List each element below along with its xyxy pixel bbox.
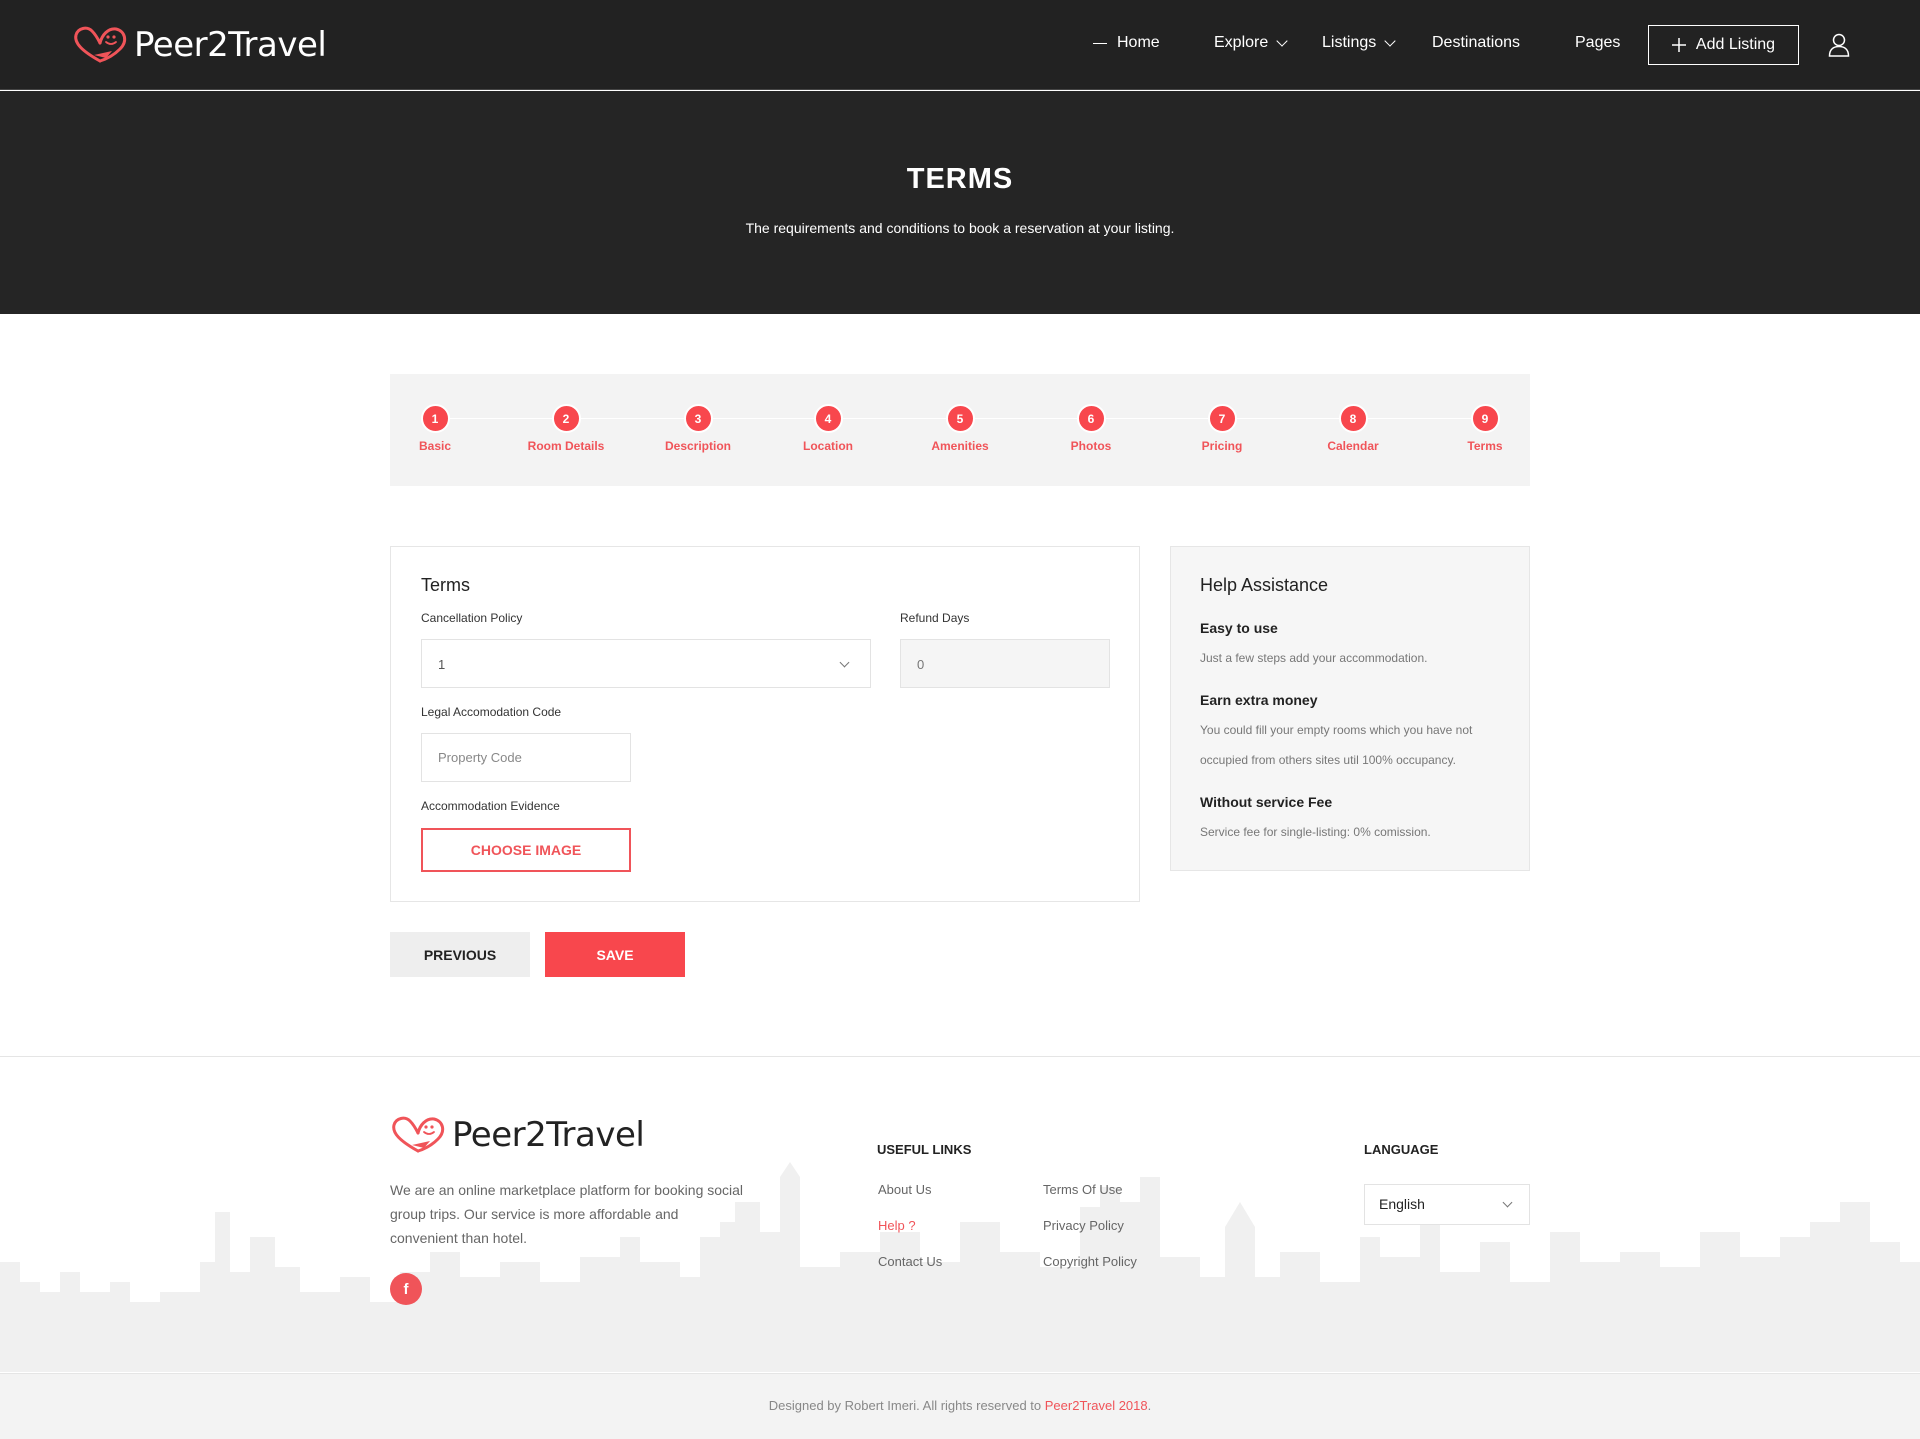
footer-link-about[interactable]: About Us [878,1182,931,1197]
evidence-label: Accommodation Evidence [421,799,560,813]
step-number: 4 [813,404,843,433]
language-heading: LANGUAGE [1364,1142,1439,1157]
footer-link-terms[interactable]: Terms Of Use [1043,1182,1122,1197]
footer-logo[interactable]: Peer2Travel [390,1115,645,1155]
step-number: 8 [1338,404,1368,433]
nav-pages[interactable]: Pages [1575,34,1620,52]
nav-listings-label: Listings [1322,34,1377,51]
cancellation-policy-label: Cancellation Policy [421,611,523,625]
language-value: English [1379,1196,1425,1212]
chevron-down-icon [1276,34,1288,47]
chevron-down-icon [1502,1197,1513,1208]
save-button[interactable]: SAVE [545,932,685,977]
step-basic[interactable]: 1 Basic [375,404,495,453]
step-label: Basic [418,439,452,453]
copyright-suffix: . [1147,1398,1152,1413]
copyright-brand-link[interactable]: Peer2Travel 2018 [1045,1398,1148,1413]
terms-form-card: Terms Cancellation Policy 1 Refund Days … [390,546,1140,902]
language-select[interactable]: English [1364,1184,1530,1225]
help-heading: Without service Fee [1200,794,1333,810]
logo-text: Peer2Travel [134,25,327,65]
step-label: Location [803,439,853,453]
legal-code-label: Legal Accomodation Code [421,705,562,719]
active-dash-icon [1093,42,1107,44]
footer-link-contact[interactable]: Contact Us [878,1254,942,1269]
cancellation-policy-select[interactable]: 1 [421,639,871,688]
help-heading: Easy to use [1200,620,1278,636]
site-footer: Peer2Travel We are an online marketplace… [0,1056,1920,1372]
plus-icon [1671,38,1686,52]
page-hero: TERMS The requirements and conditions to… [0,91,1920,314]
add-listing-button[interactable]: Add Listing [1648,25,1799,65]
choose-image-button[interactable]: CHOOSE IMAGE [421,828,631,872]
step-number: 3 [683,404,713,433]
city-skyline-illustration [0,1162,1920,1372]
step-label: Amenities [931,439,989,453]
nav-home-label: Home [1117,34,1160,51]
step-label: Calendar [1327,439,1379,453]
previous-button[interactable]: PREVIOUS [390,932,530,977]
help-assistance-card: Help Assistance Easy to use Just a few s… [1170,546,1530,871]
copyright-bar: Designed by Robert Imeri. All rights res… [0,1373,1920,1439]
heart-smile-plane-logo-icon [392,1116,445,1153]
step-label: Photos [1070,439,1112,453]
footer-link-help[interactable]: Help ? [878,1218,916,1233]
nav-home[interactable]: Home [1093,34,1160,52]
cancellation-policy-value: 1 [438,657,446,672]
nav-destinations[interactable]: Destinations [1432,34,1520,52]
form-title: Terms [421,575,470,595]
nav-explore[interactable]: Explore [1214,34,1288,52]
help-heading: Earn extra money [1200,692,1318,708]
footer-link-privacy[interactable]: Privacy Policy [1043,1218,1124,1233]
step-description[interactable]: 3 Description [638,404,758,453]
step-number: 5 [945,404,975,433]
property-code-input[interactable] [421,733,631,782]
heart-smile-plane-logo-icon [74,26,127,63]
listing-stepper: 1 Basic 2 Room Details 3 Description 4 L… [390,374,1530,486]
useful-links-heading: USEFUL LINKS [877,1142,972,1157]
step-number: 6 [1076,404,1106,433]
step-label: Room Details [527,439,605,453]
nav-listings[interactable]: Listings [1322,34,1396,52]
refund-days-field[interactable]: 0 [900,639,1110,688]
step-photos[interactable]: 6 Photos [1031,404,1151,453]
top-navbar: Peer2Travel Home Explore Listings Destin… [0,0,1920,90]
footer-description: We are an online marketplace platform fo… [390,1182,744,1246]
step-pricing[interactable]: 7 Pricing [1162,404,1282,453]
step-amenities[interactable]: 5 Amenities [900,404,1020,453]
step-number: 2 [551,404,581,433]
step-label: Pricing [1201,439,1243,453]
nav-pages-label: Pages [1575,34,1621,51]
step-number: 1 [420,404,450,433]
chevron-down-icon [839,657,850,668]
step-number: 9 [1470,404,1500,433]
page-subtitle: The requirements and conditions to book … [745,220,1175,236]
footer-logo-text: Peer2Travel [452,1115,645,1155]
add-listing-label: Add Listing [1695,36,1776,53]
nav-explore-label: Explore [1214,34,1269,51]
step-number: 7 [1207,404,1237,433]
site-logo[interactable]: Peer2Travel [72,22,327,68]
refund-days-value: 0 [917,657,925,672]
help-text: Just a few steps add your accommodation. [1200,651,1428,665]
step-terms[interactable]: 9 Terms [1425,404,1545,453]
nav-destinations-label: Destinations [1432,34,1521,51]
refund-days-label: Refund Days [900,611,970,625]
step-label: Description [664,439,731,453]
step-calendar[interactable]: 8 Calendar [1293,404,1413,453]
copyright-text: Designed by Robert Imeri. All rights res… [768,1398,1045,1413]
chevron-down-icon [1384,34,1396,47]
step-location[interactable]: 4 Location [768,404,888,453]
step-label: Terms [1467,439,1503,453]
user-icon[interactable] [1828,33,1850,57]
help-text: Service fee for single-listing: 0% comis… [1200,825,1431,839]
step-room-details[interactable]: 2 Room Details [506,404,626,453]
footer-link-copyright[interactable]: Copyright Policy [1043,1254,1137,1269]
facebook-icon[interactable]: f [390,1273,422,1305]
page-title: TERMS [906,163,1014,195]
help-text: You could fill your empty rooms which yo… [1200,723,1473,767]
help-title: Help Assistance [1200,575,1329,595]
